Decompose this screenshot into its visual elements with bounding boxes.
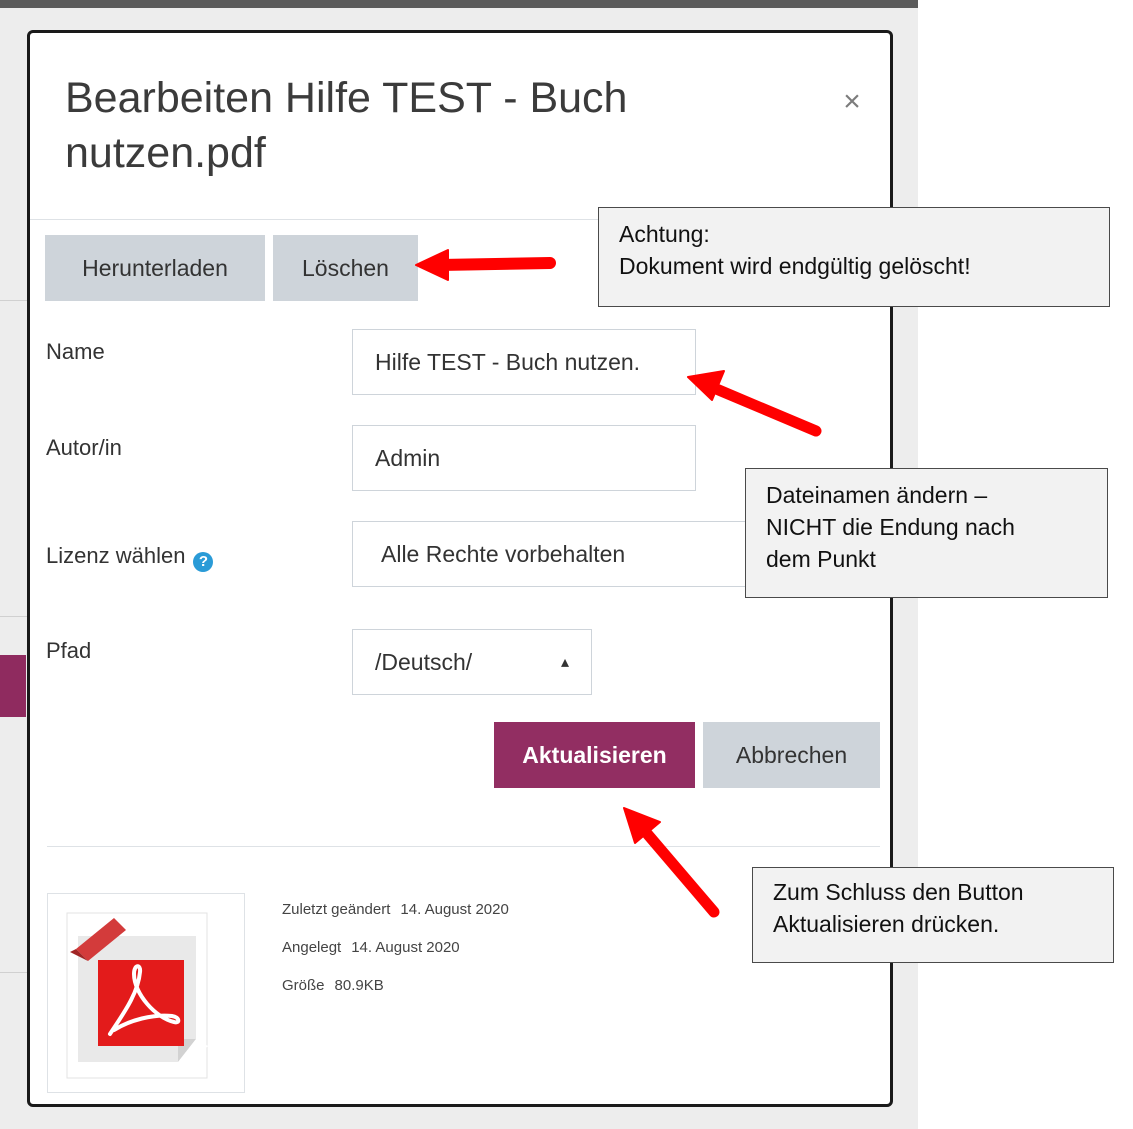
update-hint-callout: Zum Schluss den Button Aktualisieren drü… xyxy=(752,867,1114,963)
delete-button[interactable]: Löschen xyxy=(273,235,418,301)
callout-line: Achtung: xyxy=(619,221,710,247)
path-value: /Deutsch/ xyxy=(375,648,473,675)
size-value: 80.9KB xyxy=(334,977,384,994)
background-topbar xyxy=(0,0,918,8)
update-button[interactable]: Aktualisieren xyxy=(494,722,695,788)
created-row: Angelegt 14. August 2020 xyxy=(282,939,460,956)
size-row: Größe 80.9KB xyxy=(282,977,384,994)
modified-value: 14. August 2020 xyxy=(400,901,509,918)
callout-line: Dokument wird endgültig gelöscht! xyxy=(619,253,971,279)
footer-divider xyxy=(47,846,880,847)
background-divider xyxy=(0,972,30,973)
callout-line: Dateinamen ändern – xyxy=(766,482,988,508)
callout-line: dem Punkt xyxy=(766,546,876,572)
created-label: Angelegt xyxy=(282,939,342,956)
license-label-row: Lizenz wählen? xyxy=(46,543,214,572)
callout-line: Zum Schluss den Button xyxy=(773,879,1024,905)
callout-line: Aktualisieren drücken. xyxy=(773,911,1000,937)
file-thumbnail xyxy=(47,893,245,1093)
help-icon[interactable]: ? xyxy=(193,552,214,572)
cancel-button[interactable]: Abbrechen xyxy=(703,722,880,788)
modified-row: Zuletzt geändert 14. August 2020 xyxy=(282,901,509,918)
name-input[interactable]: Hilfe TEST - Buch nutzen. xyxy=(352,329,696,395)
dialog-title: Bearbeiten Hilfe TEST - Buch nutzen.pdf xyxy=(65,74,628,177)
select-arrows-icon: ▴ xyxy=(560,654,569,671)
author-input[interactable]: Admin xyxy=(352,425,696,491)
size-label: Größe xyxy=(282,977,325,994)
license-label: Lizenz wählen xyxy=(46,543,186,568)
name-label: Name xyxy=(46,339,105,364)
modified-label: Zuletzt geändert xyxy=(282,901,391,918)
author-label: Autor/in xyxy=(46,435,122,460)
background-button-fragment xyxy=(0,655,26,717)
rename-hint-callout: Dateinamen ändern – NICHT die Endung nac… xyxy=(745,468,1108,598)
background-divider xyxy=(0,300,30,301)
close-icon[interactable]: × xyxy=(838,85,866,119)
background-divider xyxy=(0,616,30,617)
download-button[interactable]: Herunterladen xyxy=(45,235,265,301)
pdf-file-icon xyxy=(66,912,208,1079)
license-select[interactable]: Alle Rechte vorbehalten xyxy=(352,521,772,587)
path-label: Pfad xyxy=(46,638,92,663)
created-value: 14. August 2020 xyxy=(351,939,460,956)
path-select[interactable]: /Deutsch/ ▴ xyxy=(352,629,592,695)
delete-warning-callout: Achtung: Dokument wird endgültig gelösch… xyxy=(598,207,1110,307)
callout-line: NICHT die Endung nach xyxy=(766,514,1015,540)
